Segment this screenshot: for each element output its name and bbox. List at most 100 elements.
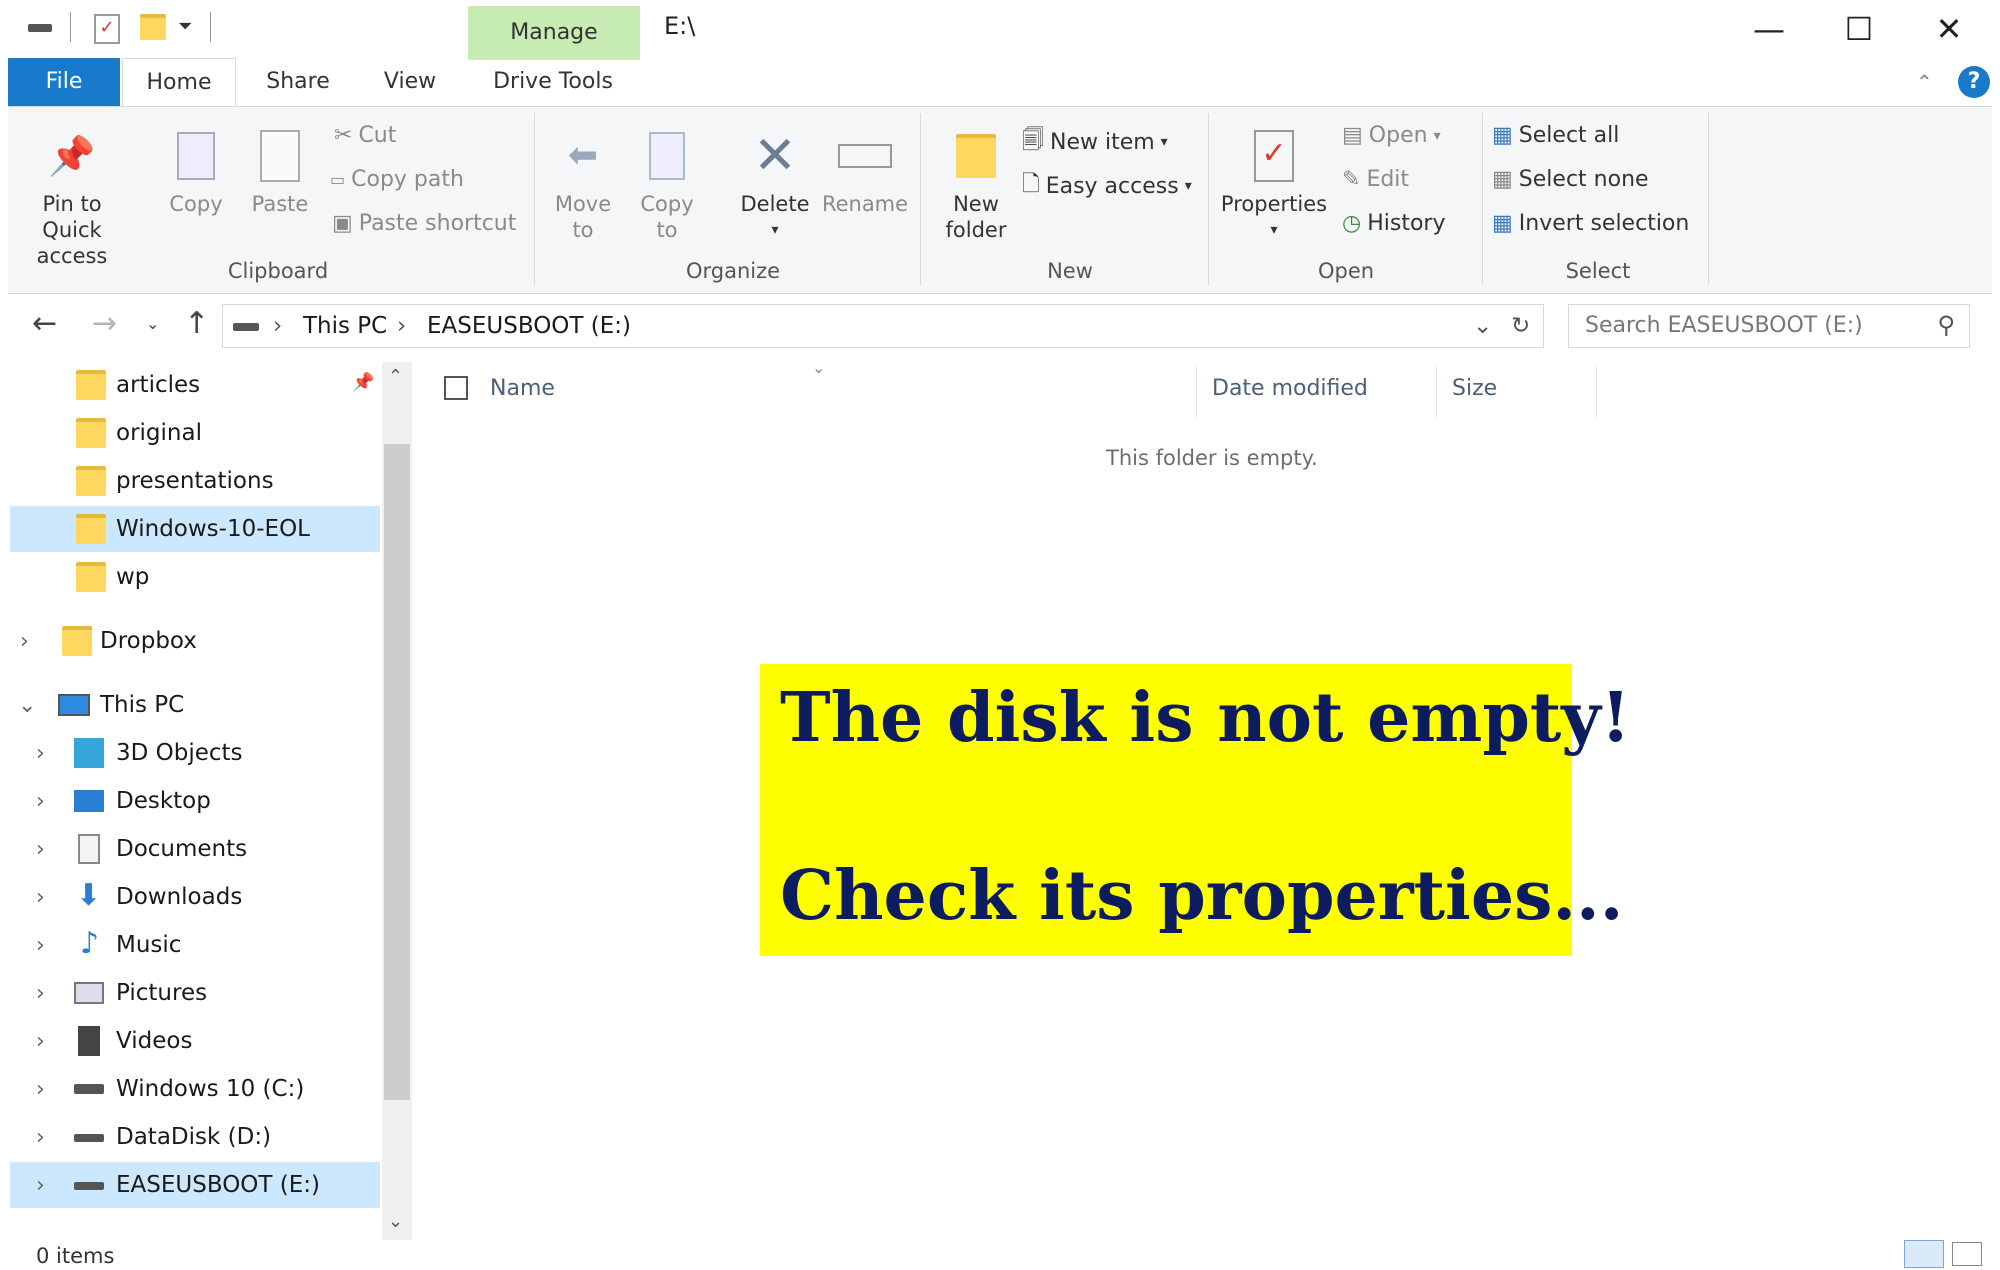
nav-item-3d-objects[interactable]: › 3D Objects	[10, 730, 380, 776]
column-separator[interactable]	[1596, 366, 1597, 418]
scrollbar-thumb[interactable]	[384, 444, 410, 1100]
paste-shortcut-button[interactable]: ▣ Paste shortcut	[332, 211, 516, 236]
column-separator[interactable]	[1196, 366, 1197, 418]
nav-scrollbar[interactable]: ⌃ ⌄	[382, 362, 412, 1240]
recent-locations-chevron-icon[interactable]: ⌄	[146, 314, 159, 333]
delete-x-icon: ✕	[753, 126, 797, 186]
search-input[interactable]: Search EASEUSBOOT (E:) ⚲	[1568, 304, 1970, 348]
minimize-button[interactable]: —	[1724, 0, 1814, 58]
copy-to-button[interactable]: Copy to	[632, 121, 702, 243]
select-none-button[interactable]: ▦ Select none	[1492, 167, 1649, 192]
select-all-button[interactable]: ▦ Select all	[1492, 123, 1619, 148]
nav-item-music[interactable]: › ♪ Music	[10, 922, 380, 968]
column-date-modified[interactable]: Date modified	[1212, 376, 1368, 401]
delete-button[interactable]: ✕ Delete ▾	[734, 121, 816, 243]
chevron-right-icon[interactable]: ›	[36, 741, 45, 766]
properties-button[interactable]: ✓ Properties ▾	[1218, 121, 1330, 243]
forward-arrow-icon[interactable]: →	[92, 306, 117, 341]
nav-item-presentations[interactable]: presentations	[10, 458, 380, 504]
tab-manage[interactable]: Manage	[468, 6, 640, 60]
chevron-right-icon[interactable]: ›	[36, 1125, 45, 1150]
new-folder-button[interactable]: New folder	[932, 121, 1020, 243]
up-arrow-icon[interactable]: ↑	[184, 306, 209, 341]
details-view-icon[interactable]	[1904, 1240, 1944, 1268]
cut-button[interactable]: ✂ Cut	[334, 123, 396, 148]
column-separator[interactable]	[1436, 366, 1437, 418]
nav-item-this-pc[interactable]: ⌄ This PC	[10, 682, 380, 728]
tab-view[interactable]: View	[362, 58, 458, 106]
chevron-right-icon[interactable]: ›	[36, 837, 45, 862]
column-size[interactable]: Size	[1452, 376, 1497, 401]
drive-icon[interactable]	[28, 24, 52, 32]
chevron-right-icon[interactable]: ›	[36, 981, 45, 1006]
nav-item-wp[interactable]: wp	[10, 554, 380, 600]
nav-item-datadisk-d[interactable]: › DataDisk (D:)	[10, 1114, 380, 1160]
invert-selection-button[interactable]: ▦ Invert selection	[1492, 211, 1689, 236]
nav-item-dropbox[interactable]: › Dropbox	[10, 618, 380, 664]
rename-icon	[820, 121, 910, 191]
breadcrumb-drive[interactable]: EASEUSBOOT (E:)	[427, 313, 631, 339]
empty-folder-message: This folder is empty.	[1106, 446, 1318, 470]
close-button[interactable]: ✕	[1904, 0, 1994, 58]
tab-share[interactable]: Share	[250, 58, 346, 106]
chevron-right-icon[interactable]: ›	[36, 1029, 45, 1054]
collapse-ribbon-icon[interactable]: ⌃	[1916, 70, 1933, 94]
breadcrumb-separator[interactable]: ›	[273, 313, 282, 339]
refresh-icon[interactable]: ↻	[1511, 313, 1530, 339]
nav-item-downloads[interactable]: › ⬇ Downloads	[10, 874, 380, 920]
chevron-right-icon[interactable]: ›	[36, 789, 45, 814]
chevron-right-icon[interactable]: ›	[36, 933, 45, 958]
address-bar[interactable]: › This PC › EASEUSBOOT (E:) ⌄ ↻	[222, 304, 1544, 348]
chevron-right-icon[interactable]: ›	[36, 885, 45, 910]
nav-item-pictures[interactable]: › Pictures	[10, 970, 380, 1016]
nav-item-desktop[interactable]: › Desktop	[10, 778, 380, 824]
address-dropdown-icon[interactable]: ⌄	[1473, 313, 1492, 339]
scroll-down-icon[interactable]: ⌄	[388, 1211, 403, 1232]
copy-path-button[interactable]: ▭ Copy path	[330, 167, 464, 192]
tab-home[interactable]: Home	[122, 58, 236, 107]
nav-item-documents[interactable]: › Documents	[10, 826, 380, 872]
column-name[interactable]: Name	[490, 376, 555, 401]
easy-access-button[interactable]: 🗋 Easy access ▾	[1022, 167, 1192, 205]
nav-item-windows-c[interactable]: › Windows 10 (C:)	[10, 1066, 380, 1112]
help-icon[interactable]: ?	[1958, 66, 1990, 98]
history-button[interactable]: ◷ History	[1342, 211, 1445, 236]
chevron-down-icon[interactable]: ⌄	[18, 693, 36, 718]
folder-icon	[76, 562, 106, 592]
paste-button[interactable]: Paste	[248, 121, 312, 217]
scroll-up-icon[interactable]: ⌃	[388, 366, 403, 387]
nav-item-original[interactable]: original	[10, 410, 380, 456]
nav-item-articles[interactable]: articles 📌	[10, 362, 380, 408]
window-title: E:\	[664, 12, 696, 40]
breadcrumb-separator[interactable]: ›	[397, 313, 406, 339]
tab-file[interactable]: File	[8, 58, 120, 106]
select-all-checkbox[interactable]	[444, 376, 468, 400]
breadcrumb-this-pc[interactable]: This PC	[303, 313, 387, 339]
tab-drive-tools[interactable]: Drive Tools	[470, 58, 636, 106]
move-to-button[interactable]: ⬅ Move to	[548, 121, 618, 243]
chevron-right-icon[interactable]: ›	[36, 1077, 45, 1102]
copy-button[interactable]: Copy	[164, 121, 228, 217]
maximize-button[interactable]: ☐	[1814, 0, 1904, 58]
new-folder-qat-icon[interactable]	[140, 14, 166, 40]
nav-item-easeusboot-e[interactable]: › EASEUSBOOT (E:)	[10, 1162, 380, 1208]
sort-chevron-icon: ⌄	[812, 358, 826, 377]
rename-button[interactable]: Rename	[820, 121, 910, 217]
nav-item-videos[interactable]: › Videos	[10, 1018, 380, 1064]
nav-item-windows-10-eol[interactable]: Windows-10-EOL	[10, 506, 380, 552]
large-icons-view-icon[interactable]	[1952, 1242, 1982, 1266]
chevron-right-icon[interactable]: ›	[20, 629, 29, 654]
new-item-button[interactable]: 🗐 New item ▾	[1022, 123, 1168, 161]
back-arrow-icon[interactable]: ←	[32, 306, 57, 341]
chevron-right-icon[interactable]: ›	[36, 1173, 45, 1198]
open-button[interactable]: ▤ Open ▾	[1342, 123, 1441, 148]
history-icon: ◷	[1342, 211, 1362, 236]
pin-to-quick-access-button[interactable]: 📌 Pin to Quick access	[18, 121, 126, 269]
file-list: Name ⌄ Date modified Size This folder is…	[416, 358, 2000, 1240]
navigation-pane: articles 📌 original presentations Window…	[0, 362, 416, 1240]
properties-qat-icon[interactable]: ✓	[94, 14, 120, 44]
search-icon: ⚲	[1937, 311, 1955, 339]
organize-group-label: Organize	[685, 259, 781, 283]
edit-button[interactable]: ✎ Edit	[1342, 167, 1409, 192]
qat-customize-icon[interactable]: ⏷	[178, 16, 192, 37]
